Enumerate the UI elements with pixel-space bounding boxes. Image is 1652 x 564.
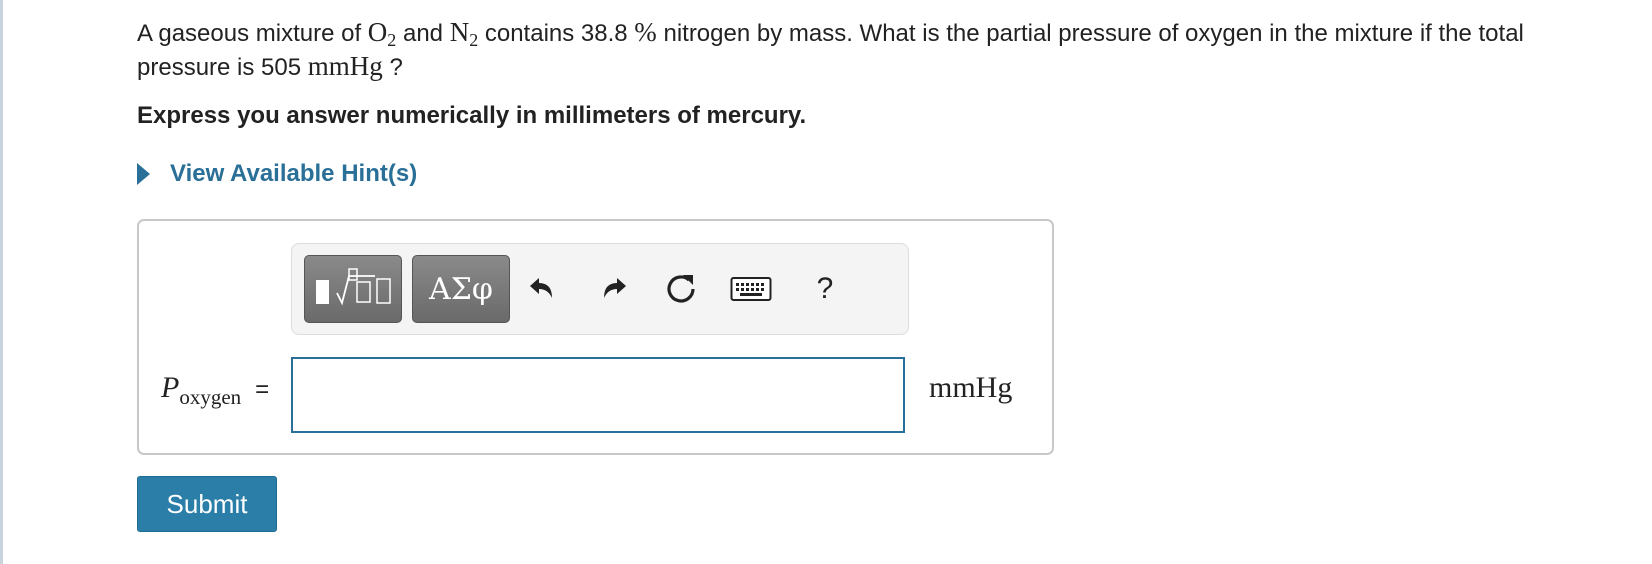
help-button[interactable]: ? [800,264,850,314]
math-toolbar: ΑΣφ ? [291,243,909,335]
help-icon: ? [816,272,834,305]
redo-icon [604,278,626,298]
view-hints-toggle[interactable]: View Available Hint(s) [137,160,417,188]
redo-button[interactable] [590,264,640,314]
keyboard-icon [730,277,772,301]
answer-unit: mmHg [929,371,1013,404]
caret-right-icon [137,163,150,185]
left-border [0,0,3,564]
undo-icon [530,278,552,298]
question-text: A gaseous mixture of O2 and N2 contains … [137,17,1524,81]
reset-button[interactable] [656,264,706,314]
pressure-unit: mmHg [307,51,383,81]
undo-button[interactable] [516,264,566,314]
templates-icon [316,268,391,306]
nitrogen-formula: N2 [449,17,479,50]
answer-input[interactable] [291,357,905,433]
templates-button[interactable] [304,255,402,323]
answer-instruction: Express you answer numerically in millim… [137,102,807,129]
keyboard-button[interactable] [726,264,776,314]
greek-letters-button[interactable]: ΑΣφ [412,255,510,323]
answer-panel: ΑΣφ ? Poxygen = mmHg [137,219,1054,455]
greek-letters-icon: ΑΣφ [429,271,493,307]
reset-icon [667,275,695,303]
percent-sign: % [634,17,657,47]
hint-link-label: View Available Hint(s) [170,160,418,187]
oxygen-formula: O2 [367,17,397,50]
answer-label: Poxygen = [161,371,270,409]
submit-button[interactable]: Submit [137,476,277,532]
